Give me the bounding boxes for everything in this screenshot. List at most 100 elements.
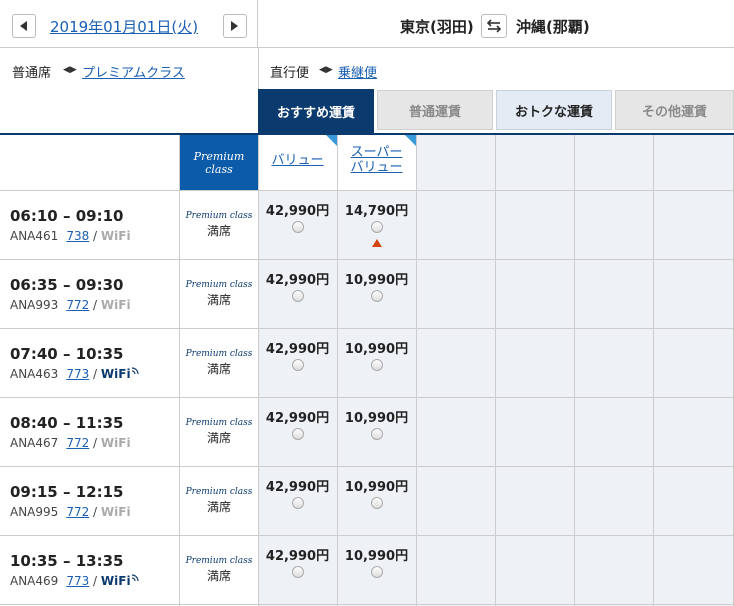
flight-number: ANA469 <box>10 574 59 588</box>
wifi-label: WiFi <box>100 574 131 588</box>
flight-time: 09:15 – 12:15 <box>10 483 124 501</box>
premium-class-cell: Premium class 満席 <box>180 397 258 466</box>
aircraft-link[interactable]: 772 <box>66 505 89 519</box>
route-display: 東京(羽田) 沖縄(那覇) <box>400 16 590 37</box>
row-divider <box>0 328 734 329</box>
premium-class-link[interactable]: プレミアムクラス <box>82 62 185 81</box>
aircraft-link[interactable]: 773 <box>66 367 89 381</box>
premium-class-logo: Premium class <box>185 556 253 566</box>
value-fare-radio[interactable] <box>292 428 304 440</box>
column-divider <box>416 135 417 606</box>
aircraft-link[interactable]: 773 <box>66 574 89 588</box>
value-fare-column-link[interactable]: バリュー <box>258 153 337 168</box>
column-divider <box>258 135 259 606</box>
tab-regular-fares[interactable]: 普通運賃 <box>377 90 493 130</box>
tab-discount-fares[interactable]: おトクな運賃 <box>496 90 612 130</box>
flight-row: 08:40 – 11:35 ANA467 772 / WiFi Premium c… <box>0 397 734 466</box>
next-day-button[interactable] <box>223 14 247 38</box>
super-value-fare-radio[interactable] <box>371 497 383 509</box>
flight-info: ANA995 772 / WiFi <box>10 505 131 519</box>
swap-route-button[interactable] <box>481 14 507 38</box>
super-value-fare-price: 14,790円 <box>344 204 409 219</box>
value-fare-radio[interactable] <box>292 359 304 371</box>
super-value-fare-radio[interactable] <box>371 221 383 233</box>
row-divider <box>0 190 734 191</box>
super-value-fare-radio[interactable] <box>371 566 383 578</box>
row-divider <box>0 604 734 605</box>
premium-class-logo: Premium class <box>185 211 253 221</box>
value-fare-radio[interactable] <box>292 497 304 509</box>
row-divider <box>0 259 734 260</box>
wifi-label: WiFi <box>100 505 131 519</box>
flight-row: 09:15 – 12:15 ANA995 772 / WiFi Premium c… <box>0 466 734 535</box>
flight-info: ANA469 773 / WiFi <box>10 574 139 588</box>
flight-number: ANA461 <box>10 229 59 243</box>
super-value-fare-radio[interactable] <box>371 290 383 302</box>
premium-class-cell: Premium class 満席 <box>180 259 258 328</box>
connecting-flight-link[interactable]: 乗継便 <box>338 62 377 81</box>
column-corner-marker <box>326 135 337 146</box>
date-route-bar: 2019年01月01日(火) 東京(羽田) 沖縄(那覇) <box>0 0 734 48</box>
column-divider <box>337 135 338 606</box>
aircraft-link[interactable]: 772 <box>66 298 89 312</box>
few-seats-warning-icon <box>372 239 382 247</box>
super-value-fare-radio[interactable] <box>371 428 383 440</box>
seat-class-current: 普通席 <box>12 66 52 81</box>
flight-row: 06:10 – 09:10 ANA461 738 / WiFi Premium c… <box>0 190 734 259</box>
value-fare-price: 42,990円 <box>265 549 330 564</box>
column-divider <box>495 135 496 606</box>
wifi-label: WiFi <box>100 298 131 312</box>
value-fare-price: 42,990円 <box>265 342 330 357</box>
flight-number: ANA995 <box>10 505 59 519</box>
super-value-fare-column-link[interactable]: スーパー バリュー <box>337 145 416 175</box>
tab-recommended-fares[interactable]: おすすめ運賃 <box>258 89 374 133</box>
flight-time: 10:35 – 13:35 <box>10 552 124 570</box>
aircraft-link[interactable]: 772 <box>66 436 89 450</box>
row-divider <box>0 397 734 398</box>
sold-out-label: 満席 <box>206 293 231 307</box>
value-fare-radio[interactable] <box>292 221 304 233</box>
destination-airport: 沖縄(那覇) <box>516 18 590 36</box>
column-divider <box>574 135 575 606</box>
row-divider <box>0 466 734 467</box>
premium-class-logo: Premium class <box>185 418 253 428</box>
wifi-signal-icon <box>131 367 139 375</box>
aircraft-link[interactable]: 738 <box>66 229 89 243</box>
prev-day-button[interactable] <box>12 14 36 38</box>
premium-class-cell: Premium class 満席 <box>180 328 258 397</box>
flight-type-current: 直行便 <box>270 66 310 81</box>
super-value-fare-price: 10,990円 <box>344 342 409 357</box>
tab-other-fares[interactable]: その他運賃 <box>615 90 734 130</box>
super-value-fare-price: 10,990円 <box>344 411 409 426</box>
row-divider <box>0 535 734 536</box>
date-link[interactable]: 2019年01月01日(火) <box>50 16 198 37</box>
flight-time: 06:10 – 09:10 <box>10 207 124 225</box>
premium-class-logo: Premium class <box>185 280 253 290</box>
flight-time: 06:35 – 09:30 <box>10 276 124 294</box>
flight-row: 07:40 – 10:35 ANA463 773 / WiFi Premium c… <box>0 328 734 397</box>
flight-number: ANA993 <box>10 298 59 312</box>
value-fare-radio[interactable] <box>292 566 304 578</box>
sold-out-label: 満席 <box>206 431 231 445</box>
flight-row: 06:35 – 09:30 ANA993 772 / WiFi Premium c… <box>0 259 734 328</box>
flight-time: 08:40 – 11:35 <box>10 414 124 432</box>
swap-icon <box>486 19 502 33</box>
wifi-label: WiFi <box>100 436 131 450</box>
flight-info: ANA467 772 / WiFi <box>10 436 131 450</box>
flight-info: ANA463 773 / WiFi <box>10 367 139 381</box>
value-fare-price: 42,990円 <box>265 480 330 495</box>
column-divider <box>653 135 654 606</box>
premium-class-cell: Premium class 満席 <box>180 466 258 535</box>
super-value-fare-price: 10,990円 <box>344 480 409 495</box>
wifi-label: WiFi <box>100 229 131 243</box>
value-fare-radio[interactable] <box>292 290 304 302</box>
sold-out-label: 満席 <box>206 569 231 583</box>
super-value-fare-radio[interactable] <box>371 359 383 371</box>
toggle-arrows-icon: ◀▶ <box>319 65 333 75</box>
flight-info: ANA993 772 / WiFi <box>10 298 131 312</box>
origin-airport: 東京(羽田) <box>400 18 474 36</box>
flight-row: 10:35 – 13:35 ANA469 773 / WiFi Premium c… <box>0 535 734 604</box>
sold-out-label: 満席 <box>206 500 231 514</box>
date-selector: 2019年01月01日(火) <box>0 0 258 48</box>
premium-class-logo: Premium class <box>185 349 253 359</box>
